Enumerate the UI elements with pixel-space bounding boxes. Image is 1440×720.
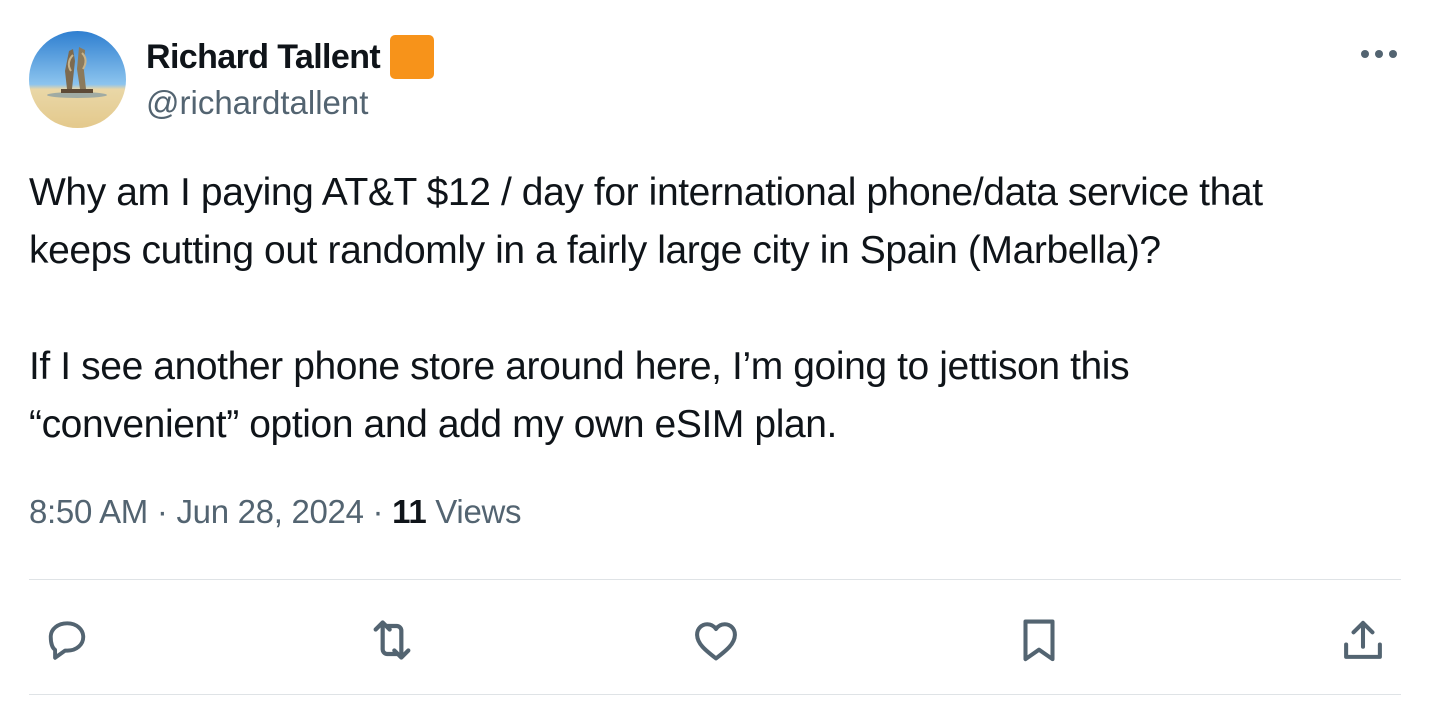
verified-badge-icon[interactable]	[390, 35, 435, 79]
tweet-paragraph: Why am I paying AT&T $12 / day for inter…	[29, 171, 1263, 272]
author-handle[interactable]: @richardtallent	[146, 84, 368, 122]
reply-button[interactable]	[39, 612, 95, 668]
heart-icon	[695, 622, 737, 661]
retweet-button[interactable]	[364, 612, 420, 668]
action-bar	[0, 612, 1440, 668]
reply-icon	[48, 621, 86, 660]
more-dots-icon	[1361, 50, 1397, 58]
tweet-card: Richard Tallent @richardtallent Why am I…	[0, 0, 1440, 720]
author-display-name[interactable]: Richard Tallent	[146, 38, 381, 77]
tweet-meta: 8:50 AM · Jun 28, 2024 · 11 Views	[29, 493, 522, 531]
tweet-date[interactable]: Jun 28, 2024	[176, 493, 364, 530]
tweet-paragraph: If I see another phone store around here…	[29, 345, 1130, 446]
meta-separator: ·	[372, 493, 384, 530]
divider	[29, 694, 1401, 695]
author-name-row: Richard Tallent	[146, 34, 435, 80]
divider	[29, 579, 1401, 580]
like-button[interactable]	[688, 612, 744, 668]
more-options-button[interactable]	[1356, 38, 1402, 70]
bookmark-button[interactable]	[1011, 612, 1067, 668]
share-icon	[1344, 620, 1382, 659]
bookmark-icon	[1023, 619, 1055, 662]
tweet-time[interactable]: 8:50 AM	[29, 493, 148, 530]
views-label: Views	[435, 493, 522, 530]
avatar[interactable]	[29, 31, 126, 128]
views-count: 11	[392, 493, 427, 530]
meta-separator: ·	[156, 493, 168, 530]
beach-sculpture-avatar-image	[29, 31, 126, 128]
share-button[interactable]	[1335, 612, 1391, 668]
retweet-icon	[373, 620, 411, 660]
tweet-text: Why am I paying AT&T $12 / day for inter…	[29, 164, 1419, 454]
